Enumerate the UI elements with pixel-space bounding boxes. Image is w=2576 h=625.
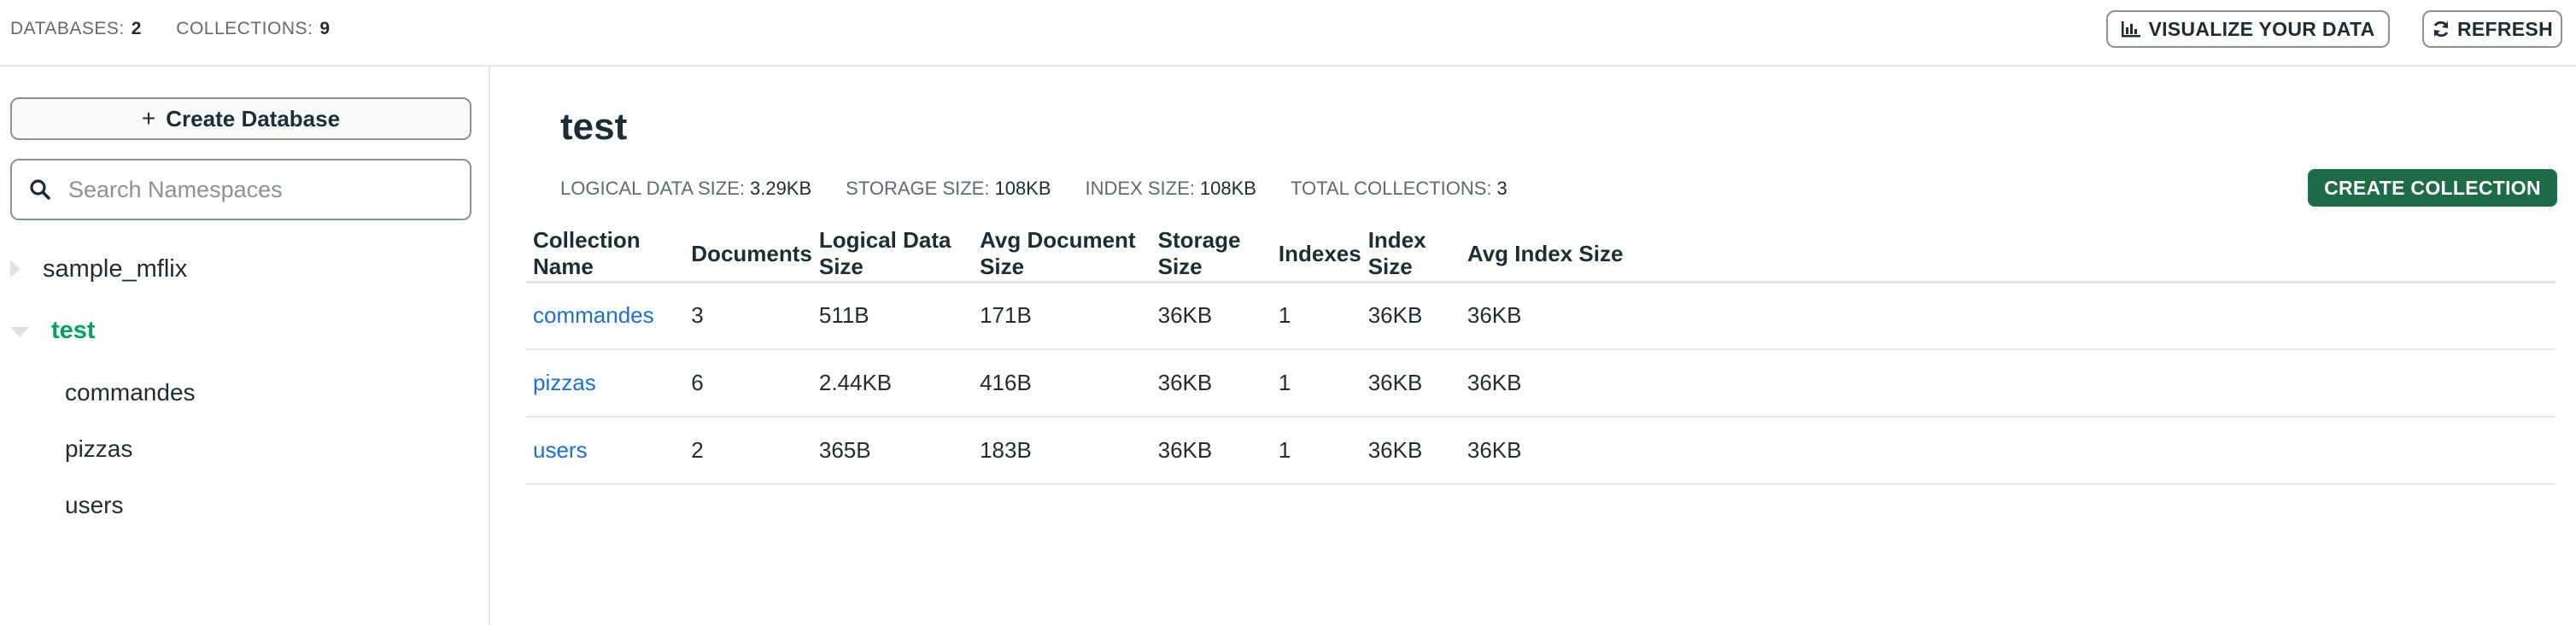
column-header[interactable]: Logical Data Size [811,227,974,283]
column-header[interactable]: Indexes [1271,227,1361,283]
sidebar: + Create Database sample_mflix test comm… [0,67,490,625]
collection-name-cell: pizzas [526,349,685,418]
databases-label: DATABASES: [10,19,125,38]
column-header[interactable]: Documents [684,227,812,283]
table-cell: 36KB [1361,417,1461,485]
bar-chart-icon [2122,21,2141,38]
refresh-label: REFRESH [2456,17,2553,40]
table-cell: 365B [811,417,974,485]
visualize-data-button[interactable]: VISUALIZE YOUR DATA [2106,10,2390,48]
table-cell: 1 [1271,417,1361,485]
stat-total-collections: TOTAL COLLECTIONS: 3 [1291,178,1508,200]
table-cell: 2 [684,417,812,485]
stat-label: INDEX SIZE: [1085,178,1195,199]
table-cell: 36KB [1150,417,1272,485]
table-cell: 416B [973,349,1151,418]
column-header[interactable]: Collection Name [526,227,685,283]
column-header[interactable]: Storage Size [1150,227,1272,283]
table-cell: 36KB [1460,282,2556,350]
collections-table: Collection Name Documents Logical Data S… [526,227,2556,485]
stat-value: 3 [1496,178,1508,199]
table-cell: 1 [1271,282,1361,350]
table-header-row: Collection Name Documents Logical Data S… [526,227,2556,283]
column-header[interactable]: Index Size [1361,227,1461,283]
page-title: test [560,106,628,148]
table-cell: 36KB [1460,417,2556,485]
sidebar-collection-pizzas[interactable]: pizzas [65,430,132,468]
stat-storage-size: STORAGE SIZE: 108KB [846,178,1051,200]
collection-name-cell: commandes [526,282,685,350]
table-cell: 6 [684,349,812,418]
sidebar-db-test[interactable]: test [0,309,96,352]
table-cell: 36KB [1150,349,1272,418]
database-stats: LOGICAL DATA SIZE: 3.29KB STORAGE SIZE: 10… [560,178,1542,200]
stat-value: 108KB [994,178,1051,199]
main-content: test LOGICAL DATA SIZE: 3.29KB STORAGE SI… [492,67,2576,625]
search-icon [30,179,50,200]
search-namespaces-input[interactable] [68,176,461,203]
table-cell: 511B [811,282,974,350]
collection-link[interactable]: commandes [533,302,654,328]
visualize-data-label: VISUALIZE YOUR DATA [2148,17,2375,40]
collections-count: 9 [319,19,331,38]
table-cell: 1 [1271,349,1361,418]
table-cell: 2.44KB [811,349,974,418]
stat-index-size: INDEX SIZE: 108KB [1086,178,1256,200]
sidebar-collection-commandes[interactable]: commandes [65,374,196,412]
collection-link[interactable]: users [533,437,588,463]
instance-stats: DATABASES: 2 COLLECTIONS: 9 [10,19,360,39]
create-database-button[interactable]: + Create Database [10,97,471,140]
create-database-label: Create Database [166,105,341,131]
table-cell: 3 [684,282,812,350]
table-row: pizzas 6 2.44KB 416B 36KB 1 36KB 36KB [526,349,2556,418]
table-cell: 36KB [1460,349,2556,418]
table-cell: 183B [973,417,1151,485]
collection-name-cell: users [526,417,685,485]
table-cell: 36KB [1361,282,1461,350]
refresh-button[interactable]: REFRESH [2422,10,2562,48]
create-collection-button[interactable]: CREATE COLLECTION [2308,169,2557,207]
table-cell: 36KB [1361,349,1461,418]
stat-value: 3.29KB [749,178,812,199]
db-name: test [51,316,96,344]
table-cell: 171B [973,282,1151,350]
db-name: sample_mflix [43,254,188,283]
table-cell: 36KB [1150,282,1272,350]
table-row: users 2 365B 183B 36KB 1 36KB 36KB [526,417,2556,485]
plus-icon: + [141,105,156,131]
sidebar-db-sample-mflix[interactable]: sample_mflix [0,248,187,290]
collections-label: COLLECTIONS: [176,19,313,38]
search-namespaces-field[interactable] [10,159,471,220]
collection-link[interactable]: pizzas [533,370,596,395]
stat-logical-data-size: LOGICAL DATA SIZE: 3.29KB [560,178,811,200]
top-bar: DATABASES: 2 COLLECTIONS: 9 VISUALIZE YOUR… [0,0,2576,67]
stat-label: LOGICAL DATA SIZE: [560,178,745,199]
table-row: commandes 3 511B 171B 36KB 1 36KB 36KB [526,282,2556,350]
sidebar-collection-users[interactable]: users [65,487,123,524]
stat-label: STORAGE SIZE: [846,178,990,199]
databases-count: 2 [131,19,142,38]
stat-label: TOTAL COLLECTIONS: [1290,178,1492,199]
caret-right-icon[interactable] [10,260,20,277]
refresh-icon [2433,20,2449,38]
stat-value: 108KB [1199,178,1256,199]
caret-down-icon[interactable] [10,327,29,337]
column-header[interactable]: Avg Index Size [1460,227,2556,283]
column-header[interactable]: Avg Document Size [973,227,1151,283]
